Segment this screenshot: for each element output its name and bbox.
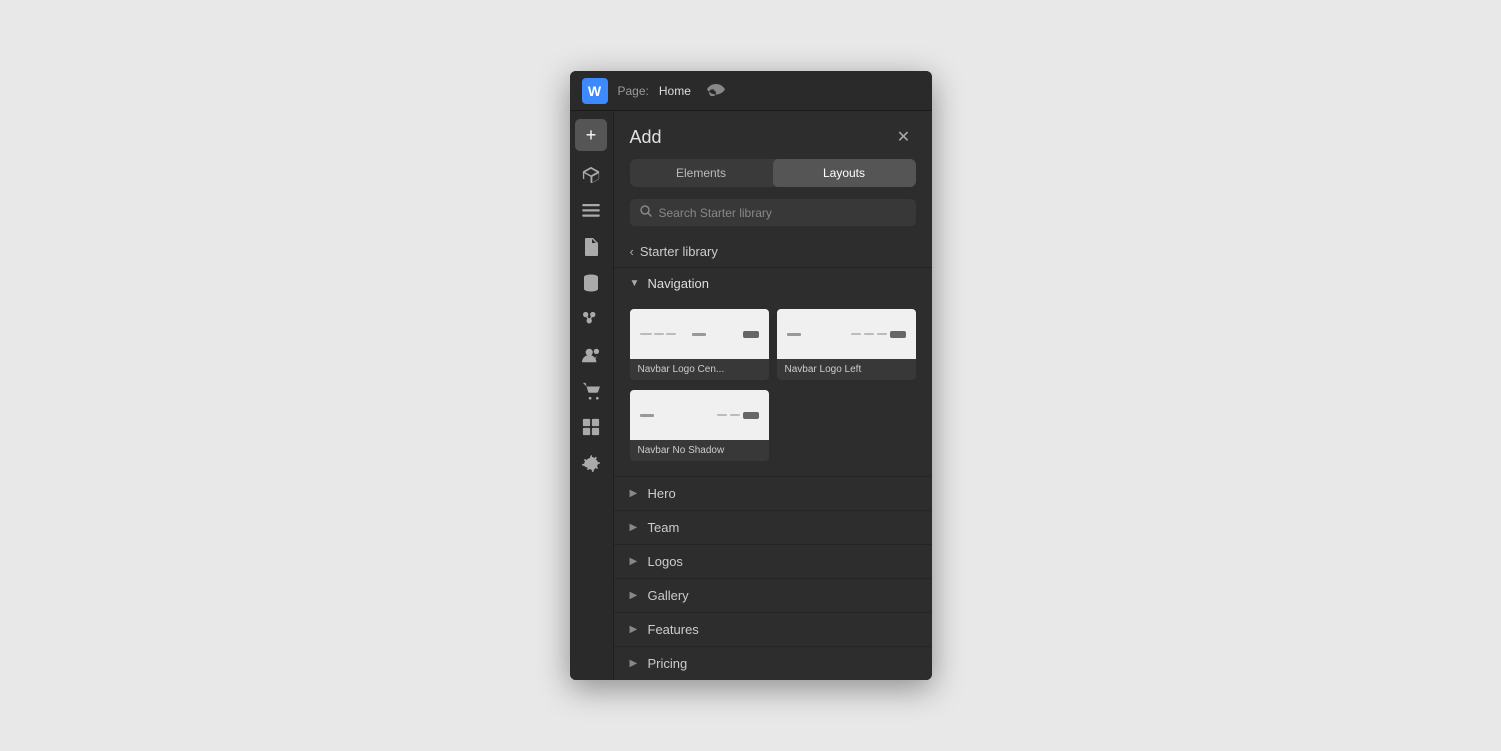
caret-pricing: ▶ bbox=[630, 658, 642, 669]
app-window: W Page: Home + bbox=[570, 71, 932, 680]
search-icon bbox=[640, 205, 652, 220]
sidebar-settings[interactable] bbox=[575, 447, 607, 479]
title-hero: Hero bbox=[648, 486, 676, 501]
sidebar-cms[interactable] bbox=[575, 267, 607, 299]
title-features: Features bbox=[648, 622, 699, 637]
section-navigation[interactable]: ▼ Navigation bbox=[614, 268, 932, 299]
title-gallery: Gallery bbox=[648, 588, 689, 603]
title-pricing: Pricing bbox=[648, 656, 688, 671]
preview-icon[interactable] bbox=[707, 83, 725, 99]
section-gallery[interactable]: ▶ Gallery bbox=[614, 578, 932, 612]
search-bar bbox=[630, 199, 916, 226]
page-prefix: Page: bbox=[618, 84, 649, 98]
section-features[interactable]: ▶ Features bbox=[614, 612, 932, 646]
section-title-navigation: Navigation bbox=[648, 276, 709, 291]
title-logos: Logos bbox=[648, 554, 683, 569]
close-button[interactable]: ✕ bbox=[892, 125, 916, 149]
sidebar: + bbox=[570, 111, 614, 680]
sidebar-ecommerce[interactable] bbox=[575, 303, 607, 335]
webflow-logo: W bbox=[582, 78, 608, 104]
back-label: Starter library bbox=[640, 244, 718, 259]
card-preview-center bbox=[630, 309, 769, 359]
caret-team: ▶ bbox=[630, 522, 642, 533]
panel-title: Add bbox=[630, 127, 662, 148]
add-button[interactable]: + bbox=[575, 119, 607, 151]
panel-header: Add ✕ bbox=[614, 111, 932, 159]
section-pricing[interactable]: ▶ Pricing bbox=[614, 646, 932, 680]
page-name: Home bbox=[659, 84, 691, 98]
back-navigation[interactable]: ‹ Starter library bbox=[614, 236, 932, 268]
tab-elements[interactable]: Elements bbox=[630, 159, 773, 187]
card-navbar-noshadow[interactable]: Navbar No Shadow bbox=[630, 390, 769, 461]
title-team: Team bbox=[648, 520, 680, 535]
card-preview-noshadow bbox=[630, 390, 769, 440]
top-bar: W Page: Home bbox=[570, 71, 932, 111]
section-team[interactable]: ▶ Team bbox=[614, 510, 932, 544]
tabs-container: Elements Layouts bbox=[630, 159, 916, 187]
caret-gallery: ▶ bbox=[630, 590, 642, 601]
caret-logos: ▶ bbox=[630, 556, 642, 567]
nav-cards-single: Navbar No Shadow bbox=[614, 390, 932, 476]
back-arrow-icon: ‹ bbox=[630, 244, 634, 259]
panel-content: ‹ Starter library ▼ Navigation bbox=[614, 236, 932, 680]
card-label-navbar-center: Navbar Logo Cen... bbox=[630, 359, 769, 380]
sidebar-users[interactable] bbox=[575, 339, 607, 371]
add-panel: Add ✕ Elements Layouts bbox=[614, 111, 932, 680]
card-navbar-left[interactable]: Navbar Logo Left bbox=[777, 309, 916, 380]
tab-layouts[interactable]: Layouts bbox=[773, 159, 916, 187]
sidebar-pages[interactable] bbox=[575, 231, 607, 263]
section-logos[interactable]: ▶ Logos bbox=[614, 544, 932, 578]
nav-cards-grid: Navbar Logo Cen... bbox=[614, 299, 932, 390]
sidebar-cube[interactable] bbox=[575, 159, 607, 191]
search-input[interactable] bbox=[659, 206, 906, 220]
card-label-navbar-left: Navbar Logo Left bbox=[777, 359, 916, 380]
sidebar-cart[interactable] bbox=[575, 375, 607, 407]
card-label-navbar-noshadow: Navbar No Shadow bbox=[630, 440, 769, 461]
sidebar-assets[interactable] bbox=[575, 411, 607, 443]
card-preview-left bbox=[777, 309, 916, 359]
section-caret-navigation: ▼ bbox=[630, 278, 642, 289]
sidebar-layers[interactable] bbox=[575, 195, 607, 227]
card-navbar-center[interactable]: Navbar Logo Cen... bbox=[630, 309, 769, 380]
caret-hero: ▶ bbox=[630, 488, 642, 499]
caret-features: ▶ bbox=[630, 624, 642, 635]
section-hero[interactable]: ▶ Hero bbox=[614, 476, 932, 510]
main-area: + bbox=[570, 111, 932, 680]
